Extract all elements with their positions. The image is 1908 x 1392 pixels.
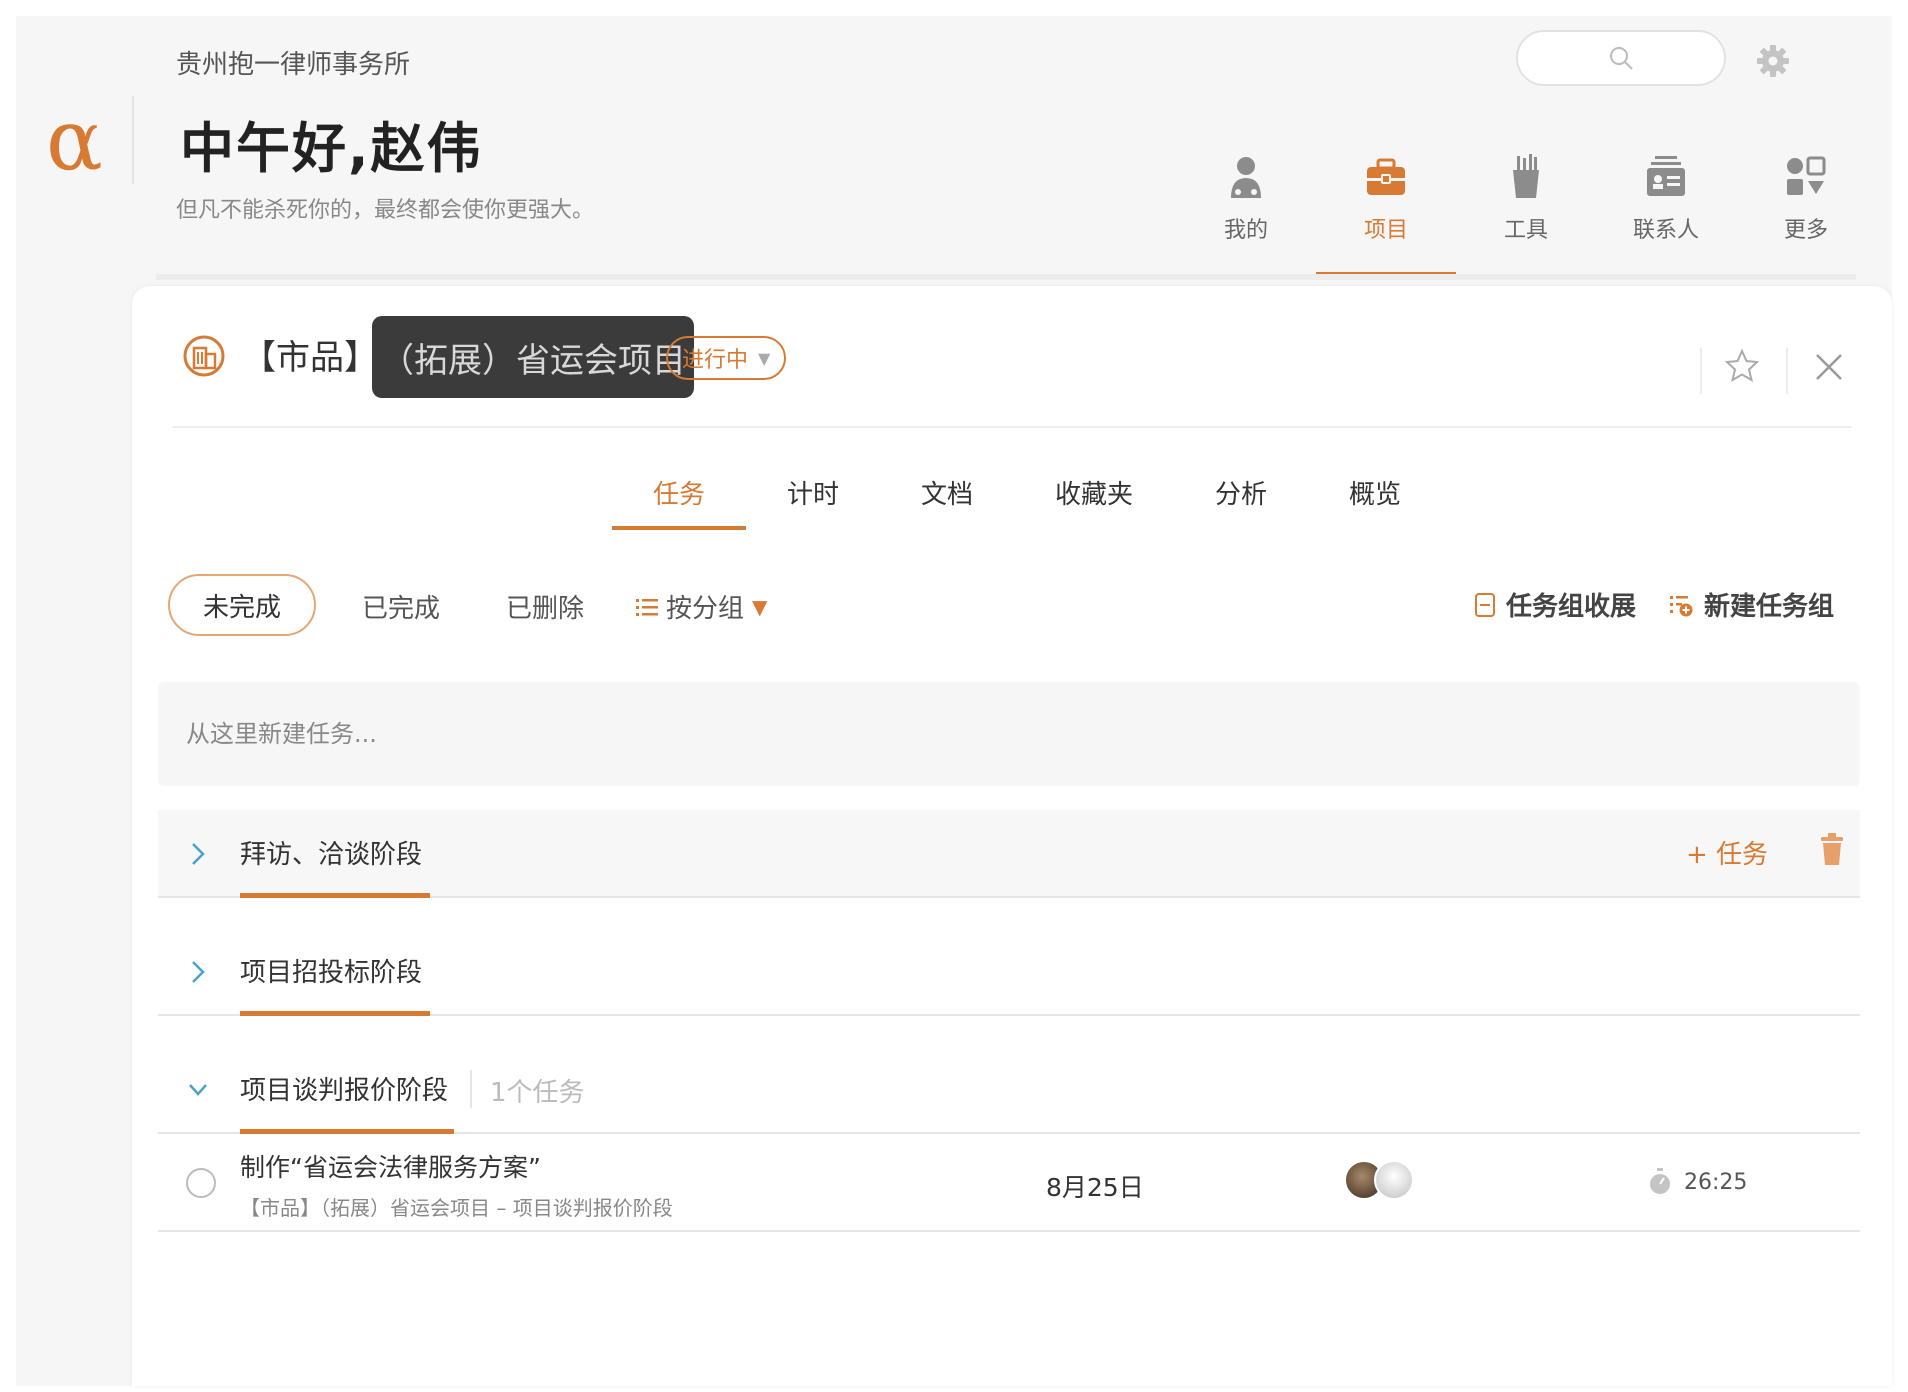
motto: 但凡不能杀死你的，最终都会使你更强大。: [176, 198, 595, 223]
group-underline: [240, 1011, 430, 1016]
task-row[interactable]: 制作“省运会法律服务方案” 【市品】（拓展）省运会项目 – 项目谈判报价阶段 8…: [158, 1132, 1860, 1232]
list-icon: [636, 598, 658, 616]
task-subtitle: 【市品】（拓展）省运会项目 – 项目谈判报价阶段: [240, 1196, 673, 1220]
app-logo: α: [46, 91, 103, 189]
collapse-groups-button[interactable]: 任务组收展: [1474, 586, 1636, 623]
contact-card-icon: [1647, 156, 1685, 196]
task-title: 制作“省运会法律服务方案”: [240, 1153, 541, 1182]
logo-divider: [132, 96, 134, 184]
status-label: 进行中: [682, 348, 749, 373]
new-task-group-label: 新建任务组: [1704, 592, 1835, 622]
divider: [470, 1070, 472, 1108]
collapse-groups-label: 任务组收展: [1506, 592, 1637, 622]
task-checkbox[interactable]: [186, 1168, 216, 1198]
divider: [1786, 348, 1788, 394]
task-group-row[interactable]: 项目招投标阶段: [158, 928, 1860, 1016]
search-icon: [1610, 47, 1633, 70]
header-shadow: [156, 274, 1856, 280]
top-nav: 我的 项目 工具 联系人 更多: [1176, 146, 1876, 276]
filter-deleted[interactable]: 已删除: [506, 588, 584, 625]
task-group-row[interactable]: 项目谈判报价阶段 1个任务: [158, 1046, 1860, 1134]
task-filters: 未完成 已完成 已删除 按分组 ▼ 任务组收展 新建任务组: [132, 574, 1892, 638]
close-icon[interactable]: [1814, 352, 1844, 382]
nav-contacts[interactable]: 联系人: [1596, 146, 1736, 276]
tab-analysis[interactable]: 分析: [1174, 466, 1308, 530]
app-window: α 贵州抱一律师事务所 中午好,赵伟 但凡不能杀死你的，最终都会使你更强大。 我…: [16, 16, 1892, 1386]
project-title-prefix: 【市品】: [242, 338, 378, 378]
stopwatch-icon: [1650, 1168, 1670, 1194]
nav-tools[interactable]: 工具: [1456, 146, 1596, 276]
group-by-label: 按分组: [666, 594, 745, 624]
tab-overview[interactable]: 概览: [1308, 466, 1442, 530]
nav-label: 工具: [1503, 218, 1548, 243]
tab-favorites[interactable]: 收藏夹: [1014, 466, 1174, 530]
group-by-dropdown[interactable]: 按分组 ▼: [636, 588, 767, 625]
search-input[interactable]: [1516, 30, 1726, 86]
chevron-right-icon[interactable]: [188, 958, 208, 986]
add-task-button[interactable]: + 任务: [1686, 834, 1768, 871]
nav-mine[interactable]: 我的: [1176, 146, 1316, 276]
nav-label: 我的: [1223, 218, 1268, 243]
nav-label: 联系人: [1632, 218, 1699, 243]
group-underline: [240, 893, 430, 898]
project-card: 【市品】 （拓展）省运会项目 进行中 ▼ 任务 计时 文档 收藏夹 分析 概览 …: [132, 286, 1892, 1386]
caret-down-icon: ▼: [758, 348, 771, 368]
building-icon: [183, 335, 225, 377]
tab-tasks[interactable]: 任务: [612, 466, 746, 530]
filter-completed[interactable]: 已完成: [362, 588, 440, 625]
collapse-icon: [1475, 592, 1495, 617]
chevron-down-icon[interactable]: [188, 1076, 208, 1104]
briefcase-icon: [1367, 158, 1405, 195]
nav-more[interactable]: 更多: [1736, 146, 1876, 276]
add-group-icon: [1670, 595, 1693, 616]
firm-name: 贵州抱一律师事务所: [176, 50, 411, 80]
nav-label: 更多: [1783, 218, 1828, 243]
status-dropdown[interactable]: 进行中 ▼: [666, 336, 787, 380]
caret-down-icon: ▼: [752, 594, 768, 619]
project-tabs: 任务 计时 文档 收藏夹 分析 概览: [132, 466, 1892, 530]
tab-timing[interactable]: 计时: [746, 466, 880, 530]
task-count: 1个任务: [490, 1078, 585, 1108]
new-task-input[interactable]: [158, 682, 1860, 786]
task-group-row[interactable]: 拜访、洽谈阶段 + 任务: [158, 810, 1860, 898]
more-grid-icon: [1787, 156, 1826, 195]
greeting: 中午好,赵伟: [180, 117, 483, 180]
task-group-name: 项目招投标阶段: [240, 958, 423, 988]
header-separator: [172, 426, 1852, 428]
new-task-group-button[interactable]: 新建任务组: [1668, 586, 1834, 623]
star-icon[interactable]: [1724, 348, 1760, 384]
task-group-name: 项目谈判报价阶段: [240, 1076, 449, 1106]
gear-icon[interactable]: [1756, 44, 1790, 78]
person-icon: [1231, 157, 1261, 198]
filter-incomplete[interactable]: 未完成: [168, 574, 316, 636]
task-time-spent: 26:25: [1684, 1170, 1748, 1195]
assignee-avatars[interactable]: [1344, 1160, 1424, 1204]
chevron-right-icon[interactable]: [188, 840, 208, 868]
avatar[interactable]: [1374, 1160, 1414, 1200]
task-due-date: 8月25日: [1046, 1173, 1144, 1202]
task-group-name: 拜访、洽谈阶段: [240, 840, 423, 870]
project-title-highlight: （拓展）省运会项目: [372, 316, 694, 398]
tools-cup-icon: [1513, 154, 1539, 198]
nav-projects[interactable]: 项目: [1316, 146, 1456, 276]
trash-icon[interactable]: [1820, 832, 1844, 866]
project-header: 【市品】 （拓展）省运会项目 进行中 ▼: [132, 286, 1892, 428]
divider: [1700, 348, 1702, 394]
tab-documents[interactable]: 文档: [880, 466, 1014, 530]
nav-label: 项目: [1363, 218, 1408, 243]
